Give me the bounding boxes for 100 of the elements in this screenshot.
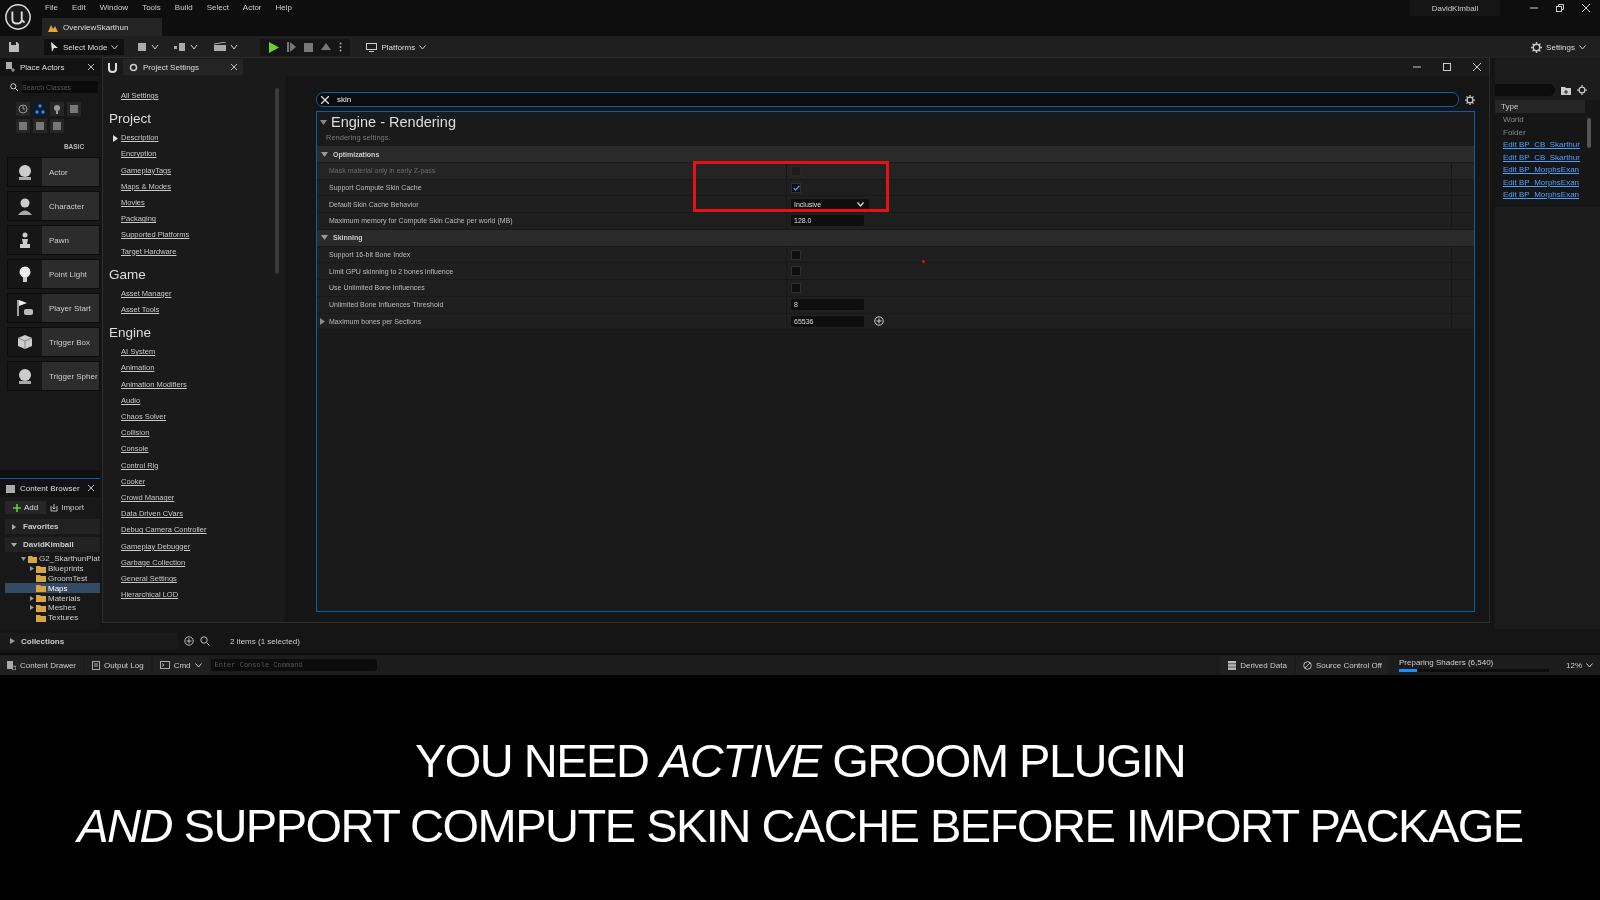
- menu-item[interactable]: Select: [199, 3, 236, 12]
- edit-link[interactable]: Edit BP_CB_Skarthur: [1495, 152, 1585, 165]
- step-icon[interactable]: [287, 42, 297, 52]
- folder-item[interactable]: Maps: [5, 583, 100, 594]
- close-icon[interactable]: [1473, 63, 1481, 71]
- plus-icon: [13, 503, 21, 512]
- scrollbar[interactable]: [275, 88, 279, 274]
- gear-icon[interactable]: [1465, 94, 1475, 105]
- nav-heading: Project: [109, 110, 153, 129]
- actor-item[interactable]: Character: [7, 191, 100, 221]
- clear-icon[interactable]: [321, 95, 329, 104]
- add-content-icon[interactable]: [138, 42, 161, 52]
- menu-item[interactable]: Actor: [235, 3, 269, 12]
- close-icon[interactable]: [88, 485, 94, 491]
- gear-icon[interactable]: [1577, 85, 1587, 95]
- minimize-icon[interactable]: [1413, 63, 1421, 71]
- chevron-icon: [194, 662, 202, 668]
- menu-item[interactable]: File: [38, 3, 65, 12]
- checkbox[interactable]: [791, 249, 801, 260]
- output-log-button[interactable]: Output Log: [85, 656, 151, 674]
- close-icon[interactable]: [88, 64, 94, 70]
- expander-icon[interactable]: [29, 605, 34, 611]
- category-tab[interactable]: [16, 119, 30, 133]
- category-tab[interactable]: [33, 119, 47, 133]
- edit-link[interactable]: Edit BP_MorphsExan: [1495, 177, 1585, 190]
- actor-item[interactable]: Player Start: [7, 293, 100, 323]
- source-control-button[interactable]: Source Control Off: [1295, 656, 1389, 674]
- restore-icon[interactable]: [1556, 4, 1564, 12]
- column-header[interactable]: Type: [1495, 100, 1585, 113]
- checkbox[interactable]: [791, 282, 801, 293]
- import-button[interactable]: Import: [50, 503, 84, 512]
- add-button[interactable]: Add: [5, 501, 47, 514]
- caption-line: YOU NEED ACTIVE GROOM PLUGIN: [414, 736, 1186, 784]
- settings-dropdown[interactable]: Settings: [1525, 38, 1592, 56]
- close-icon[interactable]: [231, 64, 237, 70]
- search-field[interactable]: skin: [316, 92, 1459, 107]
- level-tab[interactable]: OverviewSkarthun: [42, 18, 162, 36]
- user-name[interactable]: DavidKimball: [1410, 0, 1500, 16]
- expander-icon[interactable]: [29, 566, 34, 572]
- menu-item[interactable]: Tools: [135, 3, 168, 12]
- minimize-icon[interactable]: [1530, 4, 1538, 12]
- settings-tab[interactable]: Project Settings: [123, 59, 243, 75]
- expander-icon[interactable]: [29, 595, 34, 601]
- platforms-dropdown[interactable]: Platforms: [360, 39, 433, 55]
- monitor-icon: [366, 42, 378, 52]
- folder-icon: [6, 483, 16, 493]
- expander-icon[interactable]: [113, 134, 118, 142]
- search-icon[interactable]: [200, 636, 210, 646]
- menu-item[interactable]: Edit: [64, 3, 93, 12]
- section-header[interactable]: Favorites: [5, 519, 100, 534]
- folder-item[interactable]: Textures: [5, 612, 100, 623]
- person-icon: [16, 197, 34, 215]
- more-icon[interactable]: [339, 42, 343, 52]
- category-tab[interactable]: [50, 102, 64, 116]
- category-tab[interactable]: [50, 119, 64, 133]
- folder-item[interactable]: Blueprints: [5, 563, 100, 574]
- chevron-icon: [1586, 662, 1593, 668]
- maximize-icon[interactable]: [1443, 63, 1451, 71]
- folder-item[interactable]: GroomTest: [5, 573, 100, 584]
- collapse-icon[interactable]: [320, 119, 327, 125]
- cmd-dropdown[interactable]: Cmd: [152, 656, 209, 674]
- folder-item[interactable]: Materials: [5, 593, 100, 603]
- category-tab[interactable]: [67, 102, 81, 116]
- folder-item[interactable]: Meshes: [5, 603, 100, 613]
- edit-link[interactable]: Edit BP_CB_Skarthur: [1495, 140, 1585, 153]
- square-icon: [35, 121, 45, 131]
- terminal-icon: [159, 661, 170, 669]
- derived-data-button[interactable]: Derived Data: [1221, 656, 1294, 674]
- menu-item[interactable]: Build: [167, 3, 200, 12]
- mode-dropdown[interactable]: Select Mode: [44, 39, 125, 55]
- actor-item[interactable]: Point Light: [7, 259, 100, 289]
- actor-item[interactable]: Actor: [7, 157, 100, 187]
- edit-link[interactable]: Edit BP_MorphsExan: [1495, 165, 1585, 178]
- eject-icon[interactable]: [321, 42, 332, 52]
- gear-icon: [1531, 41, 1543, 53]
- play-icon[interactable]: [268, 41, 280, 53]
- folder-item[interactable]: G2_SkarthunPlat: [5, 554, 100, 564]
- checkbox[interactable]: [791, 182, 801, 193]
- add-folder-icon[interactable]: [1561, 85, 1571, 95]
- collections-header[interactable]: Collections: [0, 633, 178, 649]
- edit-link[interactable]: Edit BP_MorphsExan: [1495, 190, 1585, 203]
- stop-icon[interactable]: [304, 42, 314, 52]
- menu-item[interactable]: Window: [92, 3, 136, 12]
- actor-item[interactable]: Trigger Spher: [7, 361, 100, 391]
- checkbox[interactable]: [791, 266, 801, 277]
- category-tab[interactable]: [16, 102, 30, 116]
- actor-item[interactable]: Pawn: [7, 225, 100, 255]
- progress-dropdown[interactable]: 12%: [1559, 656, 1600, 674]
- engine-logo-icon[interactable]: [4, 3, 32, 31]
- flag-icon: [16, 299, 34, 317]
- menu-item[interactable]: Help: [268, 3, 299, 12]
- add-circle-icon[interactable]: [874, 316, 884, 327]
- save-icon[interactable]: [8, 41, 20, 53]
- close-icon[interactable]: [1582, 4, 1590, 12]
- actor-item[interactable]: Trigger Box: [7, 327, 100, 357]
- add-circle-icon[interactable]: [184, 636, 194, 646]
- category-tab[interactable]: [33, 102, 47, 116]
- chevron-icon: [1579, 44, 1586, 50]
- content-drawer-button[interactable]: Content Drawer: [0, 656, 84, 674]
- section-header[interactable]: DavidKimball: [5, 537, 100, 552]
